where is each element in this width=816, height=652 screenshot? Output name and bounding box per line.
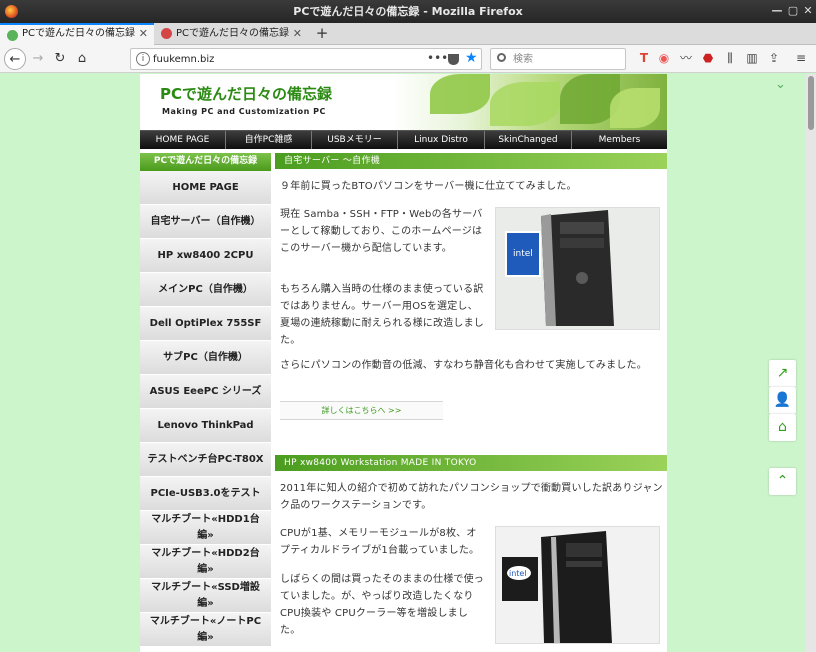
sidebar-item[interactable]: Lenovo ThinkPad (140, 409, 271, 443)
firefox-window: PCで遊んだ日々の備忘録 - Mozilla Firefox — ▢ ✕ PCで… (0, 0, 816, 652)
site-title[interactable]: PCで遊んだ日々の備忘録 (160, 83, 332, 104)
forward-button[interactable]: → (27, 48, 49, 70)
section-intro: ９年前に買ったBTOパソコンをサーバー機に仕立ててみました。 (280, 181, 577, 192)
window-title: PCで遊んだ日々の備忘録 - Mozilla Firefox (293, 5, 523, 18)
extension-icon[interactable]: ◉ (656, 50, 672, 66)
scrollbar-thumb[interactable] (808, 76, 814, 130)
leaf-decoration (430, 74, 490, 114)
url-text: fuukemn.biz (153, 54, 215, 65)
maximize-icon[interactable]: ▢ (786, 4, 800, 18)
page-viewport: ⌄ PCで遊んだ日々の備忘録 Making PC and Customizati… (0, 74, 806, 652)
tab-1[interactable]: PCで遊んだ日々の備忘録 ✕ (0, 23, 154, 45)
site-favicon-icon (7, 30, 18, 41)
search-input[interactable]: 検索 (490, 48, 626, 70)
site-info-icon[interactable]: i (136, 52, 150, 66)
section-heading-workstation: HP xw8400 Workstation MADE IN TOKYO (275, 455, 667, 471)
profile-button[interactable]: 👤 (769, 387, 796, 414)
workstation-illustration: intel (496, 527, 659, 643)
svg-text:intel: intel (513, 249, 533, 259)
home-button[interactable]: ⌂ (71, 48, 93, 70)
server-pc-photo: intel (495, 207, 660, 330)
translate-extension-icon[interactable]: T (636, 50, 652, 66)
menu-icon[interactable]: ≡ (793, 50, 809, 66)
navigation-toolbar: ← → ↻ ⌂ i fuukemn.biz ••• ★ 検索 T ◉ 〰 ⬣ ⫼… (0, 45, 816, 73)
pocket-icon[interactable] (448, 54, 459, 65)
tab-2-label: PCで遊んだ日々の備忘録 (176, 28, 290, 39)
new-tab-button[interactable]: + (314, 23, 330, 44)
sidebar-item[interactable]: 自宅サーバー（自作機） (140, 205, 271, 239)
menu-jisaku-pc[interactable]: 自作PC雑感 (226, 131, 312, 149)
tab-2[interactable]: PCで遊んだ日々の備忘録 ✕ (154, 23, 308, 45)
menu-members[interactable]: Members (572, 131, 667, 149)
section-paragraph: しばらくの間は買ったそのままの仕様で使っていました。が、やっぱり改造したくなり … (280, 574, 484, 636)
sidebar-item[interactable]: マルチブート«HDD2台編» (140, 545, 271, 579)
section-heading-server: 自宅サーバー ～自作機 (275, 153, 667, 169)
main-menu: HOME PAGE 自作PC雑感 USBメモリー Linux Distro Sk… (140, 130, 667, 149)
sidebar-item[interactable]: PCIe-USB3.0をテスト (140, 477, 271, 511)
extension-wave-icon[interactable]: 〰 (678, 50, 694, 66)
firefox-logo-icon (5, 5, 18, 18)
back-to-top-button[interactable]: ⌃ (769, 468, 796, 495)
sidebar-item[interactable]: Dell OptiPlex 755SF (140, 307, 271, 341)
sidebar-toggle-icon[interactable]: ▥ (744, 50, 760, 66)
library-icon[interactable]: ⫼ (722, 50, 738, 66)
back-button[interactable]: ← (4, 48, 26, 70)
sidebar-item[interactable]: メインPC（自作機） (140, 273, 271, 307)
sidebar-item[interactable]: マルチブート«ノートPC編» (140, 613, 271, 647)
bookmark-star-icon[interactable]: ★ (465, 50, 478, 66)
tab-bar: PCで遊んだ日々の備忘録 ✕ PCで遊んだ日々の備忘録 ✕ (0, 23, 816, 45)
page-actions-icon[interactable]: ••• (427, 49, 448, 67)
section-paragraph: 現在 Samba・SSH・FTP・Webの各サーバーとして稼動しており、このホー… (280, 209, 483, 254)
url-bar[interactable]: i fuukemn.biz ••• ★ (130, 48, 482, 70)
menu-home[interactable]: HOME PAGE (140, 131, 226, 149)
search-icon (497, 53, 506, 62)
close-tab-icon[interactable]: ✕ (139, 25, 148, 43)
menu-linux-distro[interactable]: Linux Distro (398, 131, 485, 149)
section-paragraph: もちろん購入当時の仕様のまま使っている訳ではありません。サーバー用OSを選定し、… (280, 284, 484, 346)
chevron-down-icon[interactable]: ⌄ (775, 78, 789, 91)
svg-text:intel: intel (509, 569, 527, 578)
more-link-button[interactable]: 詳しくはこちらへ >> (280, 401, 443, 420)
sidebar-item[interactable]: マルチブート«HDD1台編» (140, 511, 271, 545)
section-paragraph: さらにパソコンの作動音の低減、すなわち静音化も合わせて実施してみました。 (280, 360, 647, 371)
page-scrollbar[interactable] (806, 74, 816, 652)
menu-usb-memory[interactable]: USBメモリー (312, 131, 398, 149)
close-window-icon[interactable]: ✕ (801, 4, 815, 18)
server-pc-illustration: intel (496, 208, 659, 329)
reload-button[interactable]: ↻ (49, 48, 71, 70)
sidebar-item[interactable]: HOME PAGE (140, 171, 271, 205)
title-bar: PCで遊んだ日々の備忘録 - Mozilla Firefox — ▢ ✕ (0, 0, 816, 23)
site-favicon-icon (161, 28, 172, 39)
sidebar-item[interactable]: テストベンチ台PC-T80X (140, 443, 271, 477)
sidebar-item[interactable]: サブPC（自作機） (140, 341, 271, 375)
share-button[interactable]: ↗ (769, 360, 796, 387)
section-paragraph: CPUが1基、メモリーモジュールが8枚、オプティカルドライブが1台載っていました… (280, 528, 480, 556)
site-header: PCで遊んだ日々の備忘録 Making PC and Customization… (140, 74, 667, 130)
adblock-icon[interactable]: ⬣ (700, 50, 716, 66)
main-content: 自宅サーバー ～自作機 ９年前に買ったBTOパソコンをサーバー機に仕立ててみまし… (275, 153, 667, 644)
section-intro: 2011年に知人の紹介で初めて訪れたパソコンショップで衝動買いした訳ありジャンク… (280, 483, 663, 511)
sidebar-item[interactable]: HP xw8400 2CPU (140, 239, 271, 273)
search-placeholder: 検索 (513, 54, 533, 65)
close-tab-icon[interactable]: ✕ (293, 23, 302, 44)
site-subtitle: Making PC and Customization PC (162, 107, 326, 116)
sidebar-heading: PCで遊んだ日々の備忘録 (140, 153, 271, 171)
workstation-photo: intel (495, 526, 660, 644)
tab-1-label: PCで遊んだ日々の備忘録 (22, 28, 136, 39)
sidebar-item[interactable]: マルチブート«SSD増設編» (140, 579, 271, 613)
screenshot-icon[interactable]: ⇪ (766, 50, 782, 66)
page-container: PCで遊んだ日々の備忘録 Making PC and Customization… (140, 74, 667, 652)
leaf-decoration (490, 82, 560, 126)
minimize-icon[interactable]: — (770, 4, 784, 18)
leaf-decoration (610, 88, 660, 128)
menu-skin-changed[interactable]: SkinChanged (485, 131, 572, 149)
sidebar-item[interactable]: ASUS EeePC シリーズ (140, 375, 271, 409)
sidebar: PCで遊んだ日々の備忘録 HOME PAGE 自宅サーバー（自作機） HP xw… (140, 153, 271, 647)
home-float-button[interactable]: ⌂ (769, 414, 796, 441)
